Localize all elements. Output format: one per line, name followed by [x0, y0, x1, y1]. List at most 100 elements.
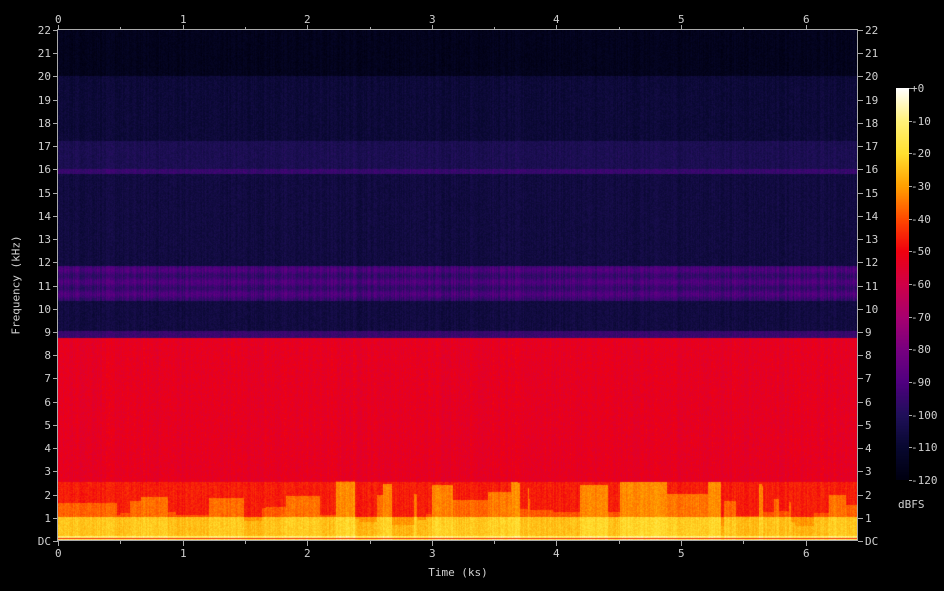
x-tick-label: 4: [553, 547, 560, 560]
y-tick: [53, 193, 58, 194]
colorbar-tick-label: -10: [911, 115, 931, 128]
y-tick-right: [858, 355, 863, 356]
x-tick-label-top: 0: [55, 13, 62, 26]
x-tick: [556, 541, 557, 546]
y-tick-right: [858, 448, 863, 449]
x-tick-top: [743, 27, 744, 30]
y-tick-label-right: 15: [865, 187, 879, 200]
y-tick-right: [858, 309, 863, 310]
x-tick: [432, 541, 433, 546]
x-tick-label: 1: [180, 547, 187, 560]
colorbar-tick-label: -50: [911, 245, 931, 258]
y-tick-label: 12: [37, 256, 51, 269]
y-tick-label: 9: [44, 326, 51, 339]
y-tick-label: 5: [44, 419, 51, 432]
y-tick-label: 19: [37, 94, 51, 107]
x-tick: [307, 541, 308, 546]
y-tick: [53, 100, 58, 101]
y-tick-label: 11: [37, 280, 51, 293]
y-tick-label-right: 5: [865, 419, 872, 432]
x-tick-top: [494, 27, 495, 30]
y-tick-right: [858, 76, 863, 77]
y-tick-label: DC: [37, 535, 51, 548]
x-tick: [619, 541, 620, 544]
x-tick: [681, 541, 682, 546]
y-tick: [53, 378, 58, 379]
y-tick-label: 15: [37, 187, 51, 200]
y-tick-right: [858, 216, 863, 217]
y-tick-label-right: 2: [865, 489, 872, 502]
y-tick-label-right: 16: [865, 163, 879, 176]
y-tick: [53, 332, 58, 333]
y-tick-right: [858, 425, 863, 426]
y-tick-label-right: 13: [865, 233, 879, 246]
y-tick-label-right: 9: [865, 326, 872, 339]
y-tick: [53, 76, 58, 77]
y-tick: [53, 309, 58, 310]
x-tick-label-top: 2: [304, 13, 311, 26]
y-tick: [53, 169, 58, 170]
y-tick-label: 17: [37, 140, 51, 153]
y-axis-label: Frequency (kHz): [9, 235, 23, 335]
y-tick: [53, 448, 58, 449]
y-tick-label-right: 10: [865, 303, 879, 316]
x-tick-top: [120, 27, 121, 30]
y-tick-right: [858, 471, 863, 472]
y-tick: [53, 355, 58, 356]
y-tick-label-right: 14: [865, 210, 879, 223]
y-tick-label: 3: [44, 465, 51, 478]
colorbar: [896, 88, 909, 480]
y-tick-right: [858, 518, 863, 519]
y-tick: [53, 286, 58, 287]
x-tick-label-top: 6: [803, 13, 810, 26]
colorbar-tick-label: -80: [911, 343, 931, 356]
y-tick-right: [858, 30, 863, 31]
y-tick-label: 13: [37, 233, 51, 246]
y-tick-label: 21: [37, 47, 51, 60]
y-tick: [53, 471, 58, 472]
x-tick-label: 6: [803, 547, 810, 560]
y-tick-label-right: 11: [865, 280, 879, 293]
y-tick-label-right: 6: [865, 396, 872, 409]
x-tick-label: 2: [304, 547, 311, 560]
x-tick-label-top: 3: [429, 13, 436, 26]
colorbar-tick-label: -40: [911, 213, 931, 226]
y-tick-label-right: 7: [865, 372, 872, 385]
y-tick-right: [858, 495, 863, 496]
y-tick-label-right: 1: [865, 512, 872, 525]
y-tick: [53, 239, 58, 240]
x-tick-label-top: 4: [553, 13, 560, 26]
y-tick: [53, 53, 58, 54]
y-tick: [53, 541, 58, 542]
y-tick-right: [858, 146, 863, 147]
x-axis-label: Time (ks): [428, 566, 488, 579]
y-tick: [53, 425, 58, 426]
y-tick: [53, 518, 58, 519]
spectrogram-image: [58, 30, 858, 541]
y-tick-label: 6: [44, 396, 51, 409]
x-tick: [806, 541, 807, 546]
y-tick-label: 8: [44, 349, 51, 362]
y-tick: [53, 146, 58, 147]
y-tick-label-right: 8: [865, 349, 872, 362]
x-tick: [370, 541, 371, 544]
x-tick: [58, 541, 59, 546]
y-tick-right: [858, 378, 863, 379]
y-tick-label: 18: [37, 117, 51, 130]
y-tick-label: 14: [37, 210, 51, 223]
x-tick-top: [245, 27, 246, 30]
x-tick-label-top: 1: [180, 13, 187, 26]
y-tick-label: 10: [37, 303, 51, 316]
y-tick-right: [858, 402, 863, 403]
y-tick-right: [858, 123, 863, 124]
y-tick-label-right: 18: [865, 117, 879, 130]
colorbar-tick-label: +0: [911, 82, 925, 95]
y-tick: [53, 262, 58, 263]
y-tick-label-right: 4: [865, 442, 872, 455]
y-tick-right: [858, 239, 863, 240]
y-tick-label-right: 19: [865, 94, 879, 107]
colorbar-tick-label: -20: [911, 147, 931, 160]
colorbar-tick-label: -100: [911, 409, 938, 422]
y-tick-label: 20: [37, 70, 51, 83]
x-tick-label: 3: [429, 547, 436, 560]
